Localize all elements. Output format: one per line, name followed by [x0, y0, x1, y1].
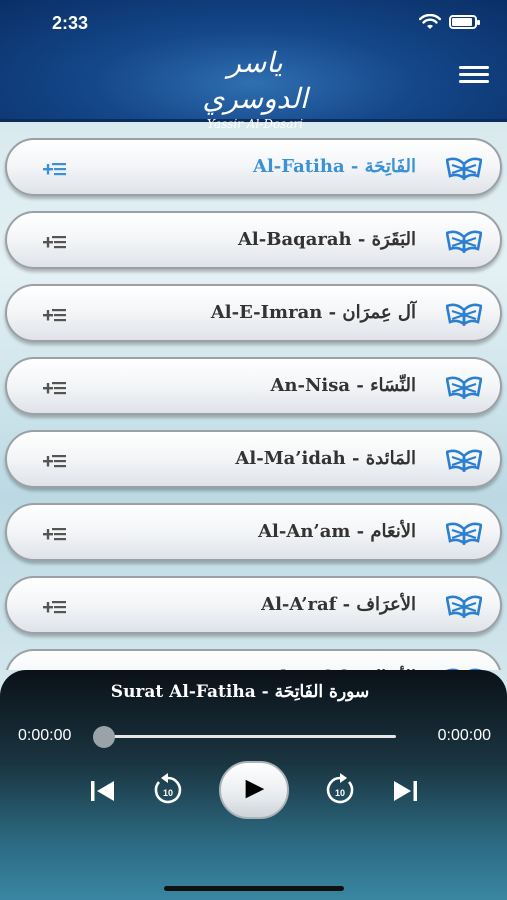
play-icon: [245, 779, 265, 799]
rewind-10-icon[interactable]: 10: [150, 772, 186, 808]
surah-title: Al-Anfal - الأنفَال: [266, 651, 416, 670]
logo-arabic: ياسر الدوسري: [202, 46, 308, 115]
add-to-playlist-icon[interactable]: [43, 159, 69, 179]
add-to-playlist-icon[interactable]: [43, 232, 69, 252]
surah-list: Al-Fatiha - الفَاتِحَة Al-Baqarah - البَق…: [0, 122, 507, 670]
add-to-playlist-icon[interactable]: [43, 378, 69, 398]
add-to-playlist-icon[interactable]: [43, 524, 69, 544]
add-to-playlist-icon[interactable]: [43, 305, 69, 325]
play-button[interactable]: [219, 761, 289, 819]
quran-book-icon: [446, 449, 482, 472]
previous-track-icon[interactable]: [88, 778, 118, 804]
quran-book-icon: [446, 522, 482, 545]
surah-list-item[interactable]: An-Nisa - النِّسَاء: [5, 357, 502, 415]
add-to-playlist-icon[interactable]: [43, 451, 69, 471]
quran-book-icon: [446, 376, 482, 399]
status-time: 2:33: [52, 13, 89, 33]
surah-title: Al-Baqarah - البَقَرَة: [237, 229, 416, 250]
quran-book-icon: [446, 157, 482, 180]
add-to-playlist-icon[interactable]: [43, 597, 69, 617]
app-logo: ياسر الدوسري Yassir Al-Dosari: [185, 45, 325, 131]
audio-player: Surat Al-Fatiha - سورة الفَاتِحَة 0:00:0…: [0, 670, 507, 900]
surah-title: Al-An’am - الأنعَام: [258, 521, 416, 542]
progress-slider[interactable]: [93, 726, 396, 748]
status-icons: [419, 14, 480, 30]
surah-title: Al-Fatiha - الفَاتِحَة: [253, 156, 416, 177]
forward-seconds-label: 10: [335, 788, 345, 798]
surah-list-item[interactable]: Al-A’raf - الأعرَاف: [5, 576, 502, 634]
status-bar: 2:33: [0, 0, 507, 44]
surah-list-item[interactable]: Al-Baqarah - البَقَرَة: [5, 211, 502, 269]
surah-title: Al-Ma’idah - المَائدة: [235, 448, 416, 469]
forward-10-icon[interactable]: 10: [322, 772, 358, 808]
next-track-icon[interactable]: [390, 778, 420, 804]
surah-title: Al-A’raf - الأعرَاف: [261, 594, 416, 615]
surah-list-item[interactable]: Al-An’am - الأنعَام: [5, 503, 502, 561]
progress-thumb[interactable]: [93, 726, 115, 748]
now-playing-title: Surat Al-Fatiha - سورة الفَاتِحَة: [110, 682, 370, 702]
rewind-seconds-label: 10: [163, 788, 173, 798]
menu-icon[interactable]: [459, 66, 489, 84]
surah-list-item[interactable]: Al-Ma’idah - المَائدة: [5, 430, 502, 488]
quran-book-icon: [446, 303, 482, 326]
app-header: 2:33 ياسر الدوسري Yassir Al-Dosari: [0, 0, 507, 131]
surah-list-item[interactable]: Al-Fatiha - الفَاتِحَة: [5, 138, 502, 196]
wifi-icon: [419, 14, 441, 29]
surah-title: An-Nisa - النِّسَاء: [270, 375, 416, 396]
battery-icon: [449, 15, 480, 29]
home-indicator: [164, 886, 344, 891]
quran-book-icon: [446, 230, 482, 253]
elapsed-time: 0:00:00: [18, 727, 72, 744]
surah-title: Al-E-Imran - آل عِمرَان: [210, 302, 416, 323]
surah-list-item[interactable]: Al-E-Imran - آل عِمرَان: [5, 284, 502, 342]
duration-time: 0:00:00: [437, 727, 491, 744]
surah-list-item[interactable]: Al-Anfal - الأنفَال: [5, 649, 502, 670]
quran-book-icon: [446, 595, 482, 618]
